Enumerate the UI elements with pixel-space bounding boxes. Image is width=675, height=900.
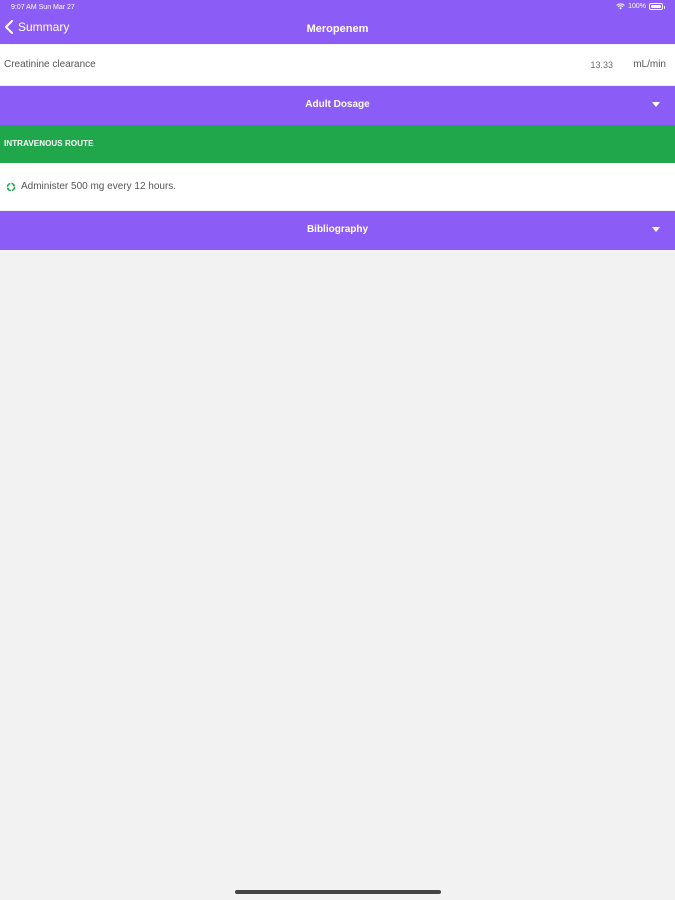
dose-instruction-text: Administer 500 mg every 12 hours. [21, 181, 177, 192]
status-bar: 9:07 AM Sun Mar 27 100% [0, 0, 675, 14]
intravenous-route-header: INTRAVENOUS ROUTE [0, 125, 675, 163]
recycle-icon [6, 182, 16, 192]
creatinine-clearance-row[interactable]: Creatinine clearance 13.33 mL/min [0, 45, 675, 85]
creatinine-clearance-label: Creatinine clearance [4, 59, 96, 70]
status-right-group: 100% [616, 3, 665, 10]
intravenous-route-label: INTRAVENOUS ROUTE [4, 139, 94, 148]
adult-dosage-header[interactable]: Adult Dosage [0, 86, 675, 125]
caret-down-icon [652, 227, 660, 232]
adult-dosage-title: Adult Dosage [305, 99, 370, 110]
dose-instruction-row: Administer 500 mg every 12 hours. [0, 163, 675, 210]
status-time-date: 9:07 AM Sun Mar 27 [11, 4, 75, 11]
bibliography-title: Bibliography [306, 224, 369, 235]
battery-icon [649, 3, 665, 10]
creatinine-clearance-unit: mL/min [633, 59, 666, 70]
home-indicator[interactable] [235, 890, 441, 894]
battery-percent: 100% [628, 3, 646, 10]
caret-down-icon [652, 102, 660, 107]
app-root: 9:07 AM Sun Mar 27 100% Summary Meropene… [0, 0, 675, 900]
top-bar: 9:07 AM Sun Mar 27 100% Summary Meropene… [0, 0, 675, 44]
creatinine-clearance-value[interactable]: 13.33 [590, 60, 613, 70]
bibliography-header[interactable]: Bibliography [0, 211, 675, 250]
wifi-icon [616, 3, 625, 10]
page-title: Meropenem [306, 23, 369, 35]
navigation-bar: Summary Meropenem [0, 14, 675, 44]
